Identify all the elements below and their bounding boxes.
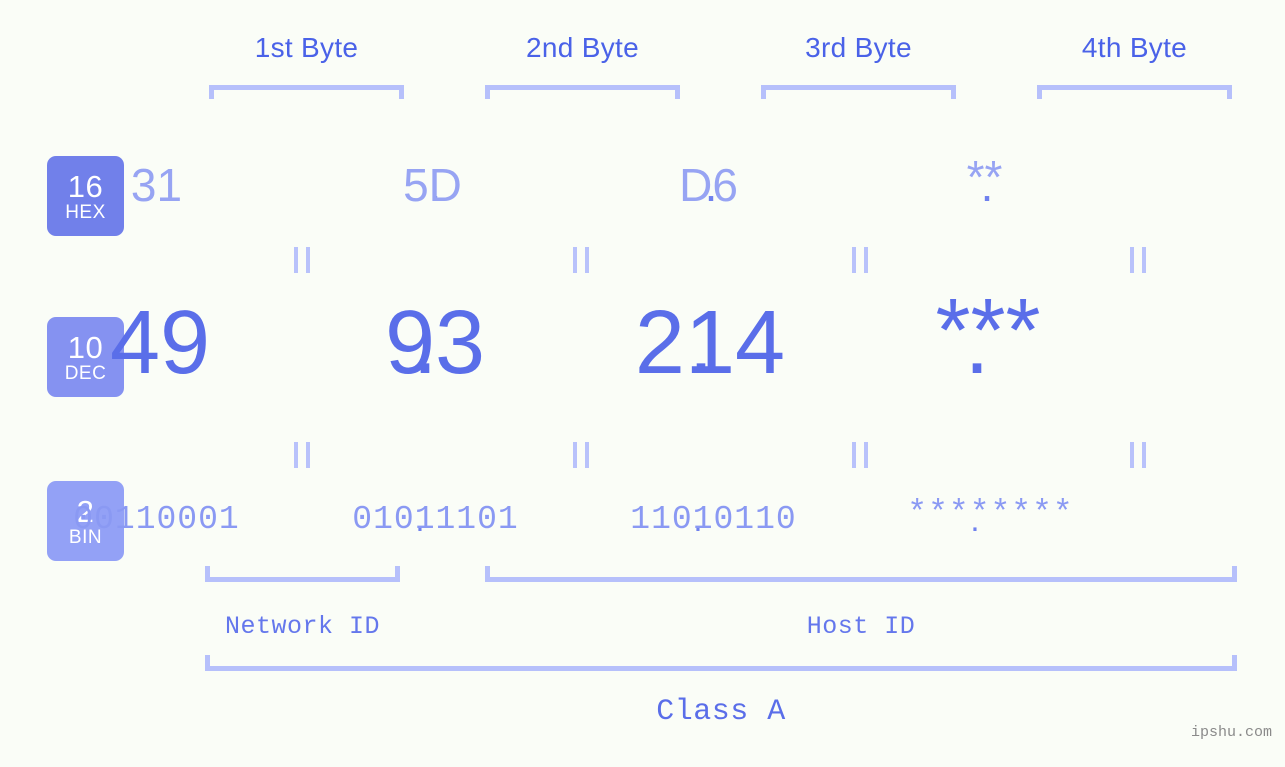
watermark: ipshu.com: [1190, 724, 1272, 741]
byte-bracket-2: [485, 85, 680, 99]
hex-byte-3: D6: [679, 159, 738, 211]
dec-byte-3: 214: [634, 293, 786, 393]
byte-header-2: 2nd Byte: [526, 32, 639, 63]
equivalence-mark-dec-bin-3: [852, 442, 868, 468]
byte-bracket-3: [761, 85, 956, 99]
byte-bracket-4: [1037, 85, 1232, 99]
byte-header-3: 3rd Byte: [805, 32, 912, 63]
network-id-label: Network ID: [224, 612, 381, 641]
class-bracket: [205, 655, 1237, 671]
bin-byte-4: ********: [907, 495, 1074, 532]
equivalence-mark-hex-dec-4: [1130, 247, 1146, 273]
equivalence-mark-dec-bin-2: [573, 442, 589, 468]
byte-bracket-1: [209, 85, 404, 99]
bin-byte-3: 11010110: [630, 501, 797, 538]
bin-byte-1: 00110001: [73, 501, 240, 538]
host-id-label: Host ID: [806, 612, 916, 641]
byte-header-1: 1st Byte: [254, 32, 359, 63]
class-label: Class A: [656, 695, 786, 729]
equivalence-mark-hex-dec-1: [294, 247, 310, 273]
equivalence-mark-dec-bin-4: [1130, 442, 1146, 468]
host-id-bracket: [485, 566, 1237, 582]
equivalence-mark-hex-dec-2: [573, 247, 589, 273]
ip-breakdown-diagram: 1st Byte 2nd Byte 3rd Byte 4th Byte 16 H…: [0, 0, 1285, 767]
equivalence-mark-hex-dec-3: [852, 247, 868, 273]
bin-byte-2: 01011101: [352, 501, 519, 538]
dec-byte-4: ***: [935, 281, 1041, 381]
hex-byte-2: 5D: [403, 159, 462, 211]
dec-byte-2: 93: [384, 293, 486, 393]
hex-byte-1: 31: [130, 159, 183, 211]
equivalence-mark-dec-bin-1: [294, 442, 310, 468]
hex-byte-4: **: [966, 151, 1003, 203]
network-id-bracket: [205, 566, 400, 582]
byte-header-4: 4th Byte: [1081, 32, 1188, 63]
dec-byte-1: 49: [109, 293, 211, 393]
